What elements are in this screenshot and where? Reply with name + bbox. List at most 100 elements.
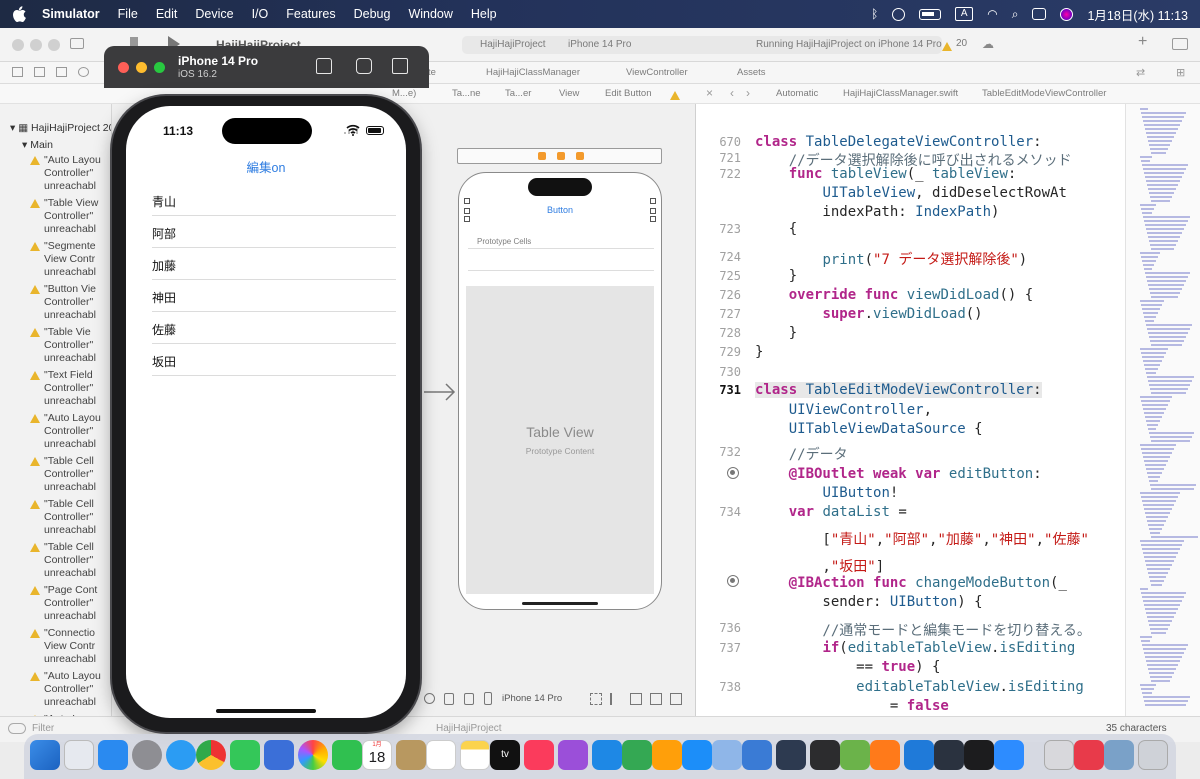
navigator-issue[interactable]: "Segmente View Contr unreachabl	[44, 240, 96, 279]
beta-app-icon[interactable]	[934, 740, 964, 770]
zoom-icon[interactable]	[994, 740, 1024, 770]
calendar-icon[interactable]: 1月 18	[362, 740, 392, 770]
code-line[interactable]: ["青山","阿部","加藤","神田","佐藤"	[755, 529, 1088, 549]
menu-window[interactable]: Window	[408, 7, 452, 21]
tab-viewcontroller[interactable]: ViewController	[626, 67, 688, 78]
code-line[interactable]: UITableView, didDeselectRowAt	[755, 185, 1066, 201]
navigator-issue[interactable]: "Page Cont Controller" unreachabl	[44, 584, 97, 623]
navigator-issue[interactable]: "Table Cell Controller" unreachabl	[44, 541, 96, 580]
code-line[interactable]: {	[755, 221, 797, 237]
code-line[interactable]: UIViewController,	[755, 402, 932, 418]
code-line[interactable]: class TableDelegateViewController:	[755, 134, 1042, 150]
code-line[interactable]: override func viewDidLoad() {	[755, 287, 1033, 303]
menu-edit[interactable]: Edit	[156, 7, 178, 21]
code-line[interactable]: super.viewDidLoad()	[755, 306, 982, 322]
navigator-issue[interactable]: "Connectio View Contr unreachabl	[44, 627, 96, 666]
code-line[interactable]: //データ	[755, 444, 848, 464]
window-zoom-button[interactable]	[48, 39, 60, 51]
symbol-icon[interactable]	[56, 67, 67, 77]
keynote-icon[interactable]	[592, 740, 622, 770]
code-line[interactable]: @IBOutlet weak var editButton:	[755, 466, 1042, 482]
table-row[interactable]: 佐藤	[152, 312, 396, 344]
navigator-filter[interactable]: Filter	[32, 723, 54, 734]
menu-app-name[interactable]: Simulator	[42, 7, 100, 21]
bluetooth-icon[interactable]: ᛒ	[871, 7, 878, 21]
navigator-issue[interactable]: "Auto Layou Controller" unreachabl	[44, 670, 101, 709]
xcode-icon[interactable]	[742, 740, 772, 770]
dictionary-icon[interactable]	[1074, 740, 1104, 770]
menu-features[interactable]: Features	[286, 7, 335, 21]
code-line[interactable]: func tableView(_ tableView:	[755, 166, 1017, 182]
reminders-icon[interactable]	[426, 740, 456, 770]
mail-icon[interactable]	[98, 740, 128, 770]
launchpad-icon[interactable]	[64, 740, 94, 770]
navigator-root[interactable]: ▾ ▦ HajiHajiProject 20 issues	[10, 122, 111, 134]
breadcrumb-4[interactable]: Edit Button	[605, 88, 651, 99]
apple-icon[interactable]	[12, 6, 26, 22]
code-line[interactable]: //通常モードと編集モードを切り替える。	[755, 620, 1090, 640]
navigator-issue[interactable]: "Auto Layou Controller" unreachabl	[44, 154, 101, 193]
menu-help[interactable]: Help	[471, 7, 497, 21]
forward-icon[interactable]: ›	[746, 86, 750, 100]
input-source-icon[interactable]: A	[955, 7, 974, 21]
menu-io[interactable]: I/O	[252, 7, 269, 21]
navigator-issue[interactable]: "Button Vie Controller" unreachabl	[44, 283, 96, 322]
scheme-name[interactable]: HajiHajiProject	[480, 39, 546, 50]
sf-symbols-icon[interactable]	[810, 740, 840, 770]
sim-close-button[interactable]	[118, 62, 129, 73]
downloads-folder-icon[interactable]	[1104, 740, 1134, 770]
resolve-issues-icon[interactable]	[650, 693, 662, 705]
pages-icon[interactable]	[652, 740, 682, 770]
add-tab-icon[interactable]: +	[1138, 33, 1147, 51]
podcasts-icon[interactable]	[558, 740, 588, 770]
sim-zoom-button[interactable]	[154, 62, 165, 73]
device-config-label[interactable]: iPhone 14 Pro	[502, 693, 562, 704]
music-icon[interactable]	[524, 740, 554, 770]
facetime-icon[interactable]	[332, 740, 362, 770]
navigator-issue[interactable]: "Table Vie Controller" unreachabl	[44, 326, 96, 365]
align-icon[interactable]	[610, 693, 622, 705]
filter-toggle-icon[interactable]	[8, 723, 26, 734]
activity-viewer[interactable]: HajiHajiProject iPhone 14 Pro Running Ha…	[462, 36, 942, 54]
finder-icon[interactable]	[30, 740, 60, 770]
rotate-icon[interactable]	[392, 58, 408, 74]
code-line[interactable]: = false	[755, 698, 949, 714]
code-line[interactable]: if(editableTableView.isEditing	[755, 640, 1075, 656]
code-line[interactable]: }	[755, 268, 797, 284]
code-line[interactable]: var dataList =	[755, 504, 907, 520]
navigator-issue[interactable]: "Table Cell Controller" unreachabl	[44, 498, 96, 537]
scene-dock[interactable]	[457, 148, 662, 164]
table-row[interactable]: 青山	[152, 184, 396, 216]
code-line[interactable]: ,"坂田"]	[755, 556, 884, 576]
table-row[interactable]: 加藤	[152, 248, 396, 280]
tab-assets[interactable]: Assets	[737, 67, 766, 78]
apple-tv-icon[interactable]: tv	[490, 740, 520, 770]
code-line[interactable]: }	[755, 344, 763, 360]
tab-classmanager[interactable]: HajiHajiClassManager	[486, 67, 580, 78]
code-line[interactable]: UITableViewDataSource {	[755, 421, 983, 437]
numbers-icon[interactable]	[622, 740, 652, 770]
cloud-icon[interactable]: ☁	[982, 37, 994, 51]
tab-storyboard[interactable]: te	[428, 67, 436, 78]
storyboard-button[interactable]: Button	[458, 205, 662, 215]
simulator-titlebar[interactable]: iPhone 14 Pro iOS 16.2	[104, 46, 429, 88]
code-line[interactable]: editableTableView.isEditing	[755, 679, 1084, 695]
phone-icon[interactable]	[484, 692, 492, 705]
control-center-icon[interactable]	[1032, 8, 1047, 20]
breadcrumb-3[interactable]: View	[559, 88, 579, 99]
source-control-icon[interactable]	[34, 67, 45, 77]
navigator-issue[interactable]: "Table View Controller" unreachabl	[44, 197, 98, 236]
warning-icon[interactable]	[942, 39, 956, 53]
view-controller-icon[interactable]	[538, 152, 546, 160]
menu-debug[interactable]: Debug	[354, 7, 391, 21]
screenshot-icon[interactable]	[356, 58, 372, 74]
photos-icon[interactable]	[298, 740, 328, 770]
exit-icon[interactable]	[576, 152, 584, 160]
books-icon[interactable]	[870, 740, 900, 770]
home-indicator[interactable]	[216, 709, 316, 713]
outlet-connection-icon[interactable]	[727, 467, 739, 479]
breadcrumb-0[interactable]: M...e)	[392, 88, 416, 99]
contacts-icon[interactable]	[396, 740, 426, 770]
play-status-icon[interactable]	[892, 7, 906, 21]
navigator-issue[interactable]: "Table Cell Controller" unreachabl	[44, 455, 96, 494]
